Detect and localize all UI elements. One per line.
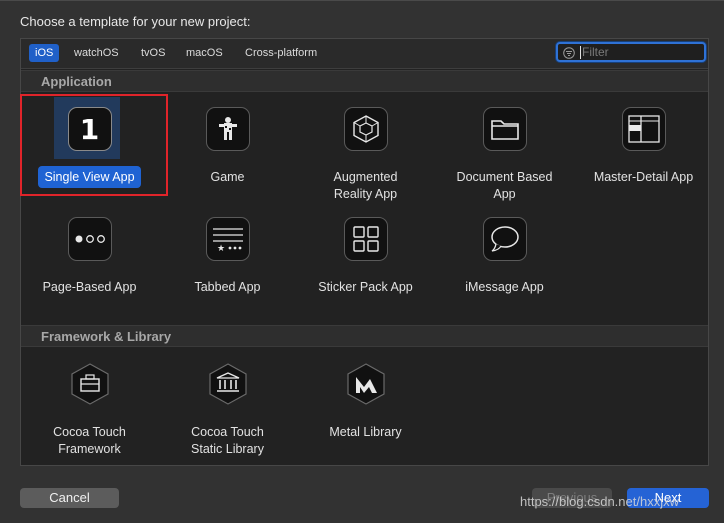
- page-dots-icon: [67, 217, 112, 261]
- template-augmented-reality-app[interactable]: Augmented Reality App: [296, 97, 435, 207]
- platform-tab-ios[interactable]: iOS: [29, 44, 60, 62]
- template-page-based-app[interactable]: Page-Based App: [20, 207, 159, 317]
- template-label: Metal Library: [329, 425, 402, 439]
- selection-annotation-box: [20, 94, 168, 196]
- template-label: Cocoa Touch Static Library: [191, 425, 264, 456]
- master-detail-icon: [621, 107, 666, 151]
- filter-field[interactable]: [556, 42, 706, 62]
- text-cursor: [580, 46, 581, 59]
- folder-icon: [482, 107, 527, 151]
- template-metal-library[interactable]: Metal Library: [296, 352, 435, 462]
- template-label: iMessage App: [465, 280, 544, 294]
- sticker-grid-icon: [343, 217, 388, 261]
- game-icon: [205, 107, 250, 151]
- filter-icon: [563, 47, 575, 59]
- template-label: Sticker Pack App: [318, 280, 413, 294]
- metal-icon: [346, 363, 385, 405]
- template-cocoa-touch-static-library[interactable]: Cocoa Touch Static Library: [158, 352, 297, 462]
- template-game[interactable]: Game: [158, 97, 297, 207]
- platform-tab-tvos[interactable]: tvOS: [135, 44, 171, 62]
- template-imessage-app[interactable]: iMessage App: [435, 207, 574, 317]
- platform-tab-macos[interactable]: macOS: [180, 44, 229, 62]
- top-divider: [0, 0, 724, 1]
- platform-tab-cross-platform[interactable]: Cross-platform: [239, 44, 323, 62]
- ar-cube-icon: [343, 107, 388, 151]
- dialog-title: Choose a template for your new project:: [20, 14, 251, 29]
- template-label: Cocoa Touch Framework: [53, 425, 126, 456]
- library-icon: [208, 363, 247, 405]
- template-label: Page-Based App: [42, 280, 137, 294]
- cancel-button[interactable]: Cancel: [20, 488, 119, 508]
- filter-input[interactable]: [582, 44, 697, 60]
- template-cocoa-touch-framework[interactable]: Cocoa Touch Framework: [20, 352, 159, 462]
- section-header-framework-library: Framework & Library: [21, 325, 708, 347]
- watermark-text: https://blog.csdn.net/hxxjxw: [520, 494, 679, 509]
- template-master-detail-app[interactable]: Master-Detail App: [574, 97, 713, 207]
- template-label: Document Based App: [456, 170, 553, 201]
- template-label: Augmented Reality App: [333, 170, 398, 201]
- section-header-application: Application: [21, 70, 708, 92]
- template-label: Game: [210, 170, 245, 184]
- template-sticker-pack-app[interactable]: Sticker Pack App: [296, 207, 435, 317]
- tabbed-icon: ★: [205, 217, 250, 261]
- template-document-based-app[interactable]: Document Based App: [435, 97, 574, 207]
- template-label: Master-Detail App: [593, 170, 694, 184]
- platform-bar: iOS watchOS tvOS macOS Cross-platform: [21, 39, 708, 69]
- message-bubble-icon: [482, 217, 527, 261]
- platform-tab-watchos[interactable]: watchOS: [68, 44, 125, 62]
- svg-text:★: ★: [217, 244, 225, 254]
- template-tabbed-app[interactable]: ★ Tabbed App: [158, 207, 297, 317]
- toolbox-icon: [70, 363, 109, 405]
- template-label: Tabbed App: [194, 280, 261, 294]
